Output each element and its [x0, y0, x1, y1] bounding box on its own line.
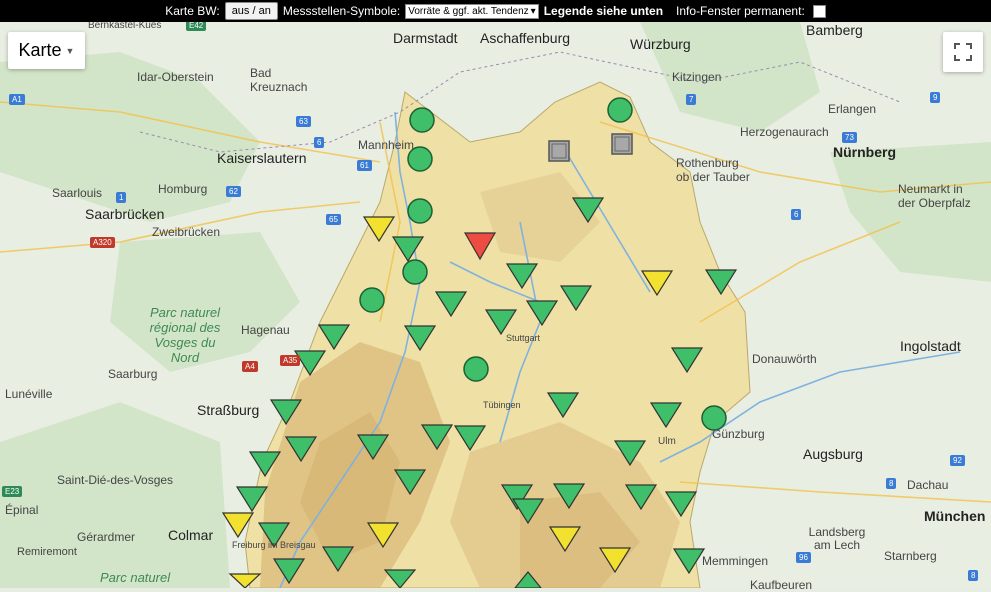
place-label: Kaiserslautern [217, 150, 307, 166]
symbols-select-value: Vorräte & ggf. akt. Tendenz [408, 5, 529, 17]
road-shield: 73 [842, 132, 857, 143]
place-label: Rothenburg ob der Tauber [676, 156, 750, 184]
place-label: Gérardmer [77, 530, 136, 544]
fullscreen-button[interactable] [943, 32, 983, 72]
place-label: Hagenau [241, 323, 290, 337]
place-label: Erlangen [828, 102, 877, 116]
place-label: Straßburg [197, 402, 260, 418]
road-shield: 1 [116, 192, 127, 203]
station-marker[interactable] [407, 198, 433, 224]
road-shield: 6 [314, 137, 325, 148]
place-label: Neumarkt in der Oberpfalz [898, 182, 971, 210]
road-shield: 8 [886, 478, 897, 489]
place-label: Landsberg am Lech [808, 525, 866, 552]
road-shield: 8 [968, 570, 979, 581]
place-label: Donauwörth [752, 352, 817, 366]
road-shield: A320 [90, 237, 115, 248]
place-label: Remiremont [17, 546, 77, 558]
place-label: Starnberg [884, 549, 937, 563]
station-marker[interactable] [607, 97, 633, 123]
station-marker[interactable] [359, 287, 385, 313]
place-label: Bad Kreuznach [250, 66, 308, 94]
info-window-label: Info-Fenster permanent: [676, 4, 805, 18]
symbols-select[interactable]: Vorräte & ggf. akt. Tendenz ▾ [405, 3, 539, 19]
station-marker[interactable] [409, 107, 435, 133]
place-label: Tübingen [483, 400, 521, 410]
road-shield: 6 [791, 209, 802, 220]
place-label: Ingolstadt [900, 338, 961, 354]
map-type-label: Karte [18, 40, 62, 60]
place-label: Parc naturel régional des Vosges du Nord [149, 305, 221, 365]
info-window-checkbox[interactable] [812, 4, 826, 18]
place-label: Idar-Oberstein [137, 70, 214, 84]
place-label: Nürnberg [833, 144, 896, 160]
station-marker[interactable] [463, 356, 489, 382]
road-shield: 62 [226, 186, 241, 197]
place-label: Kaufbeuren [750, 578, 813, 592]
caret-down-icon: ▼ [65, 45, 75, 56]
place-label: Memmingen [702, 554, 769, 568]
road-shield: 9 [930, 92, 941, 103]
place-label: Kitzingen [672, 70, 722, 84]
place-label: Zweibrücken [152, 225, 221, 239]
road-shield: 61 [357, 160, 372, 171]
place-label: Stuttgart [506, 333, 541, 343]
top-toolbar: Karte BW: aus / an Messstellen-Symbole: … [0, 0, 991, 22]
place-label: Saarbrücken [85, 206, 165, 222]
station-marker[interactable] [402, 259, 428, 285]
place-label: Aschaffenburg [480, 30, 571, 46]
place-label: Saarburg [108, 367, 158, 381]
road-shield: 92 [950, 455, 965, 466]
symbols-label: Messstellen-Symbole: [282, 4, 401, 18]
place-label: München [924, 508, 986, 524]
legend-note: Legende siehe unten [543, 4, 664, 18]
place-label: Colmar [168, 527, 214, 543]
place-label: Bamberg [806, 22, 863, 38]
place-label: Dachau [907, 478, 949, 492]
place-label: Freiburg im Breisgau [232, 540, 316, 550]
place-label: Épinal [5, 503, 39, 517]
road-shield: 7 [686, 94, 697, 105]
toggle-bw-map-button[interactable]: aus / an [224, 2, 278, 20]
road-shield: A4 [242, 361, 258, 372]
place-label: Ulm [658, 436, 676, 447]
place-label: Saarlouis [52, 186, 103, 200]
road-shield: 63 [296, 116, 311, 127]
place-label: Günzburg [712, 427, 765, 441]
road-shield: A35 [280, 355, 301, 366]
road-shield: 65 [326, 214, 341, 225]
place-label: Augsburg [803, 446, 863, 462]
place-label: Lunéville [5, 387, 53, 401]
road-shield: 96 [796, 552, 811, 563]
chevron-down-icon: ▾ [530, 5, 536, 17]
place-label: Herzogenaurach [740, 125, 829, 139]
road-shield: E23 [2, 486, 23, 497]
road-shield: A1 [9, 94, 25, 105]
fullscreen-icon [954, 43, 972, 61]
place-label: Mannheim [358, 138, 415, 152]
place-label: Darmstadt [393, 30, 458, 46]
karte-bw-label: Karte BW: [165, 4, 220, 18]
place-label: Würzburg [630, 36, 691, 52]
place-label: Saint-Dié-des-Vosges [57, 473, 174, 487]
place-label: Homburg [158, 182, 208, 196]
place-label: Parc naturel [100, 570, 171, 585]
map-type-button[interactable]: Karte ▼ [8, 32, 85, 69]
